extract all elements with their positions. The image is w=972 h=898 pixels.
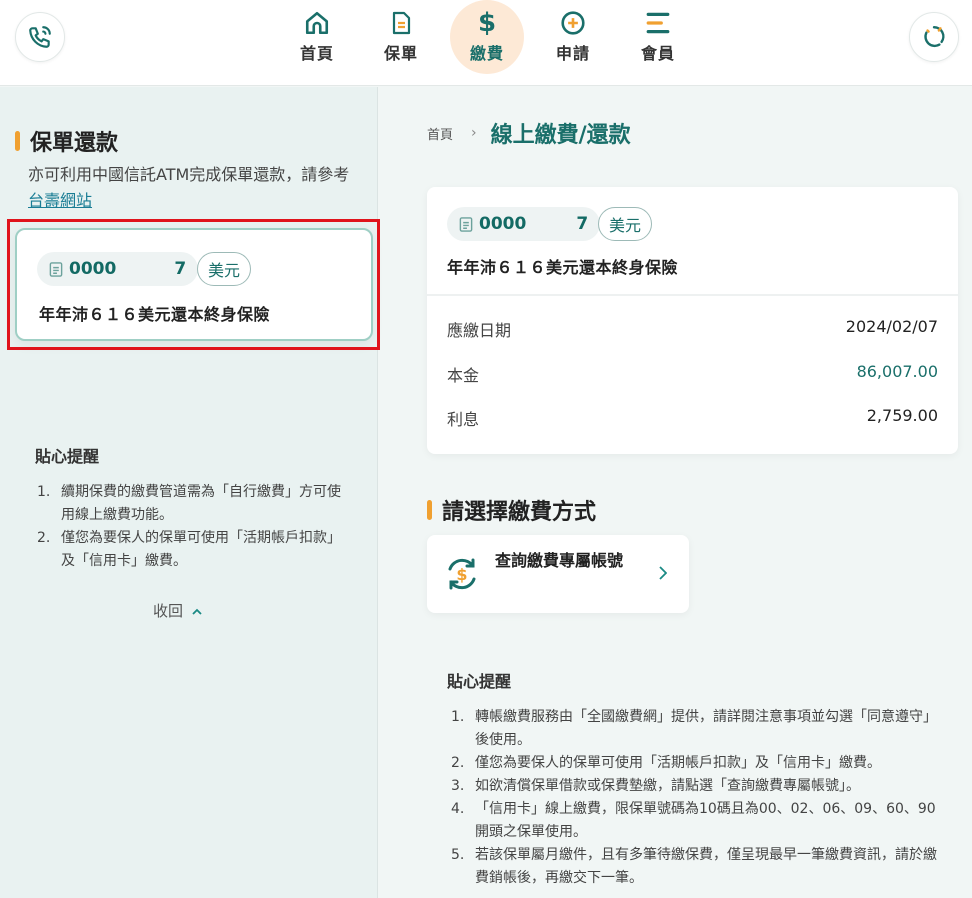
tips-list: 1. 續期保費的繳費管道需為「自行繳費」方可使用線上繳費功能。 2. 僅您為要保人的… [37, 481, 347, 573]
top-navigation-bar: 首頁 保單 $ 繳費 申請 會員 [0, 0, 972, 86]
document-icon [388, 10, 414, 36]
payment-method-title-text: 請選擇繳費方式 [442, 500, 597, 525]
nav-item-home[interactable]: 首頁 [280, 0, 354, 74]
breadcrumb-home[interactable]: 首頁 [427, 124, 453, 143]
loan-repayment-title-text: 保單還款 [30, 131, 119, 156]
dollar-icon: $ [477, 8, 497, 38]
payment-method-query-account[interactable]: $ 查詢繳費專屬帳號 [427, 535, 689, 613]
policy-name: 年年沛６１６美元還本終身保險 [447, 258, 679, 277]
tip-num: 4. [451, 801, 465, 817]
desc-text: 亦可利用中國信託ATM完成保單還款，請參考 [28, 165, 350, 184]
chevron-right-icon: › [471, 125, 477, 141]
chat-button[interactable] [909, 12, 959, 62]
nav-item-member[interactable]: 會員 [621, 0, 695, 74]
home-icon [304, 10, 330, 36]
policy-number-tail: 7 [576, 214, 589, 234]
policy-number-chip: 0000 7 [447, 207, 601, 241]
chevron-up-icon [192, 608, 202, 615]
nav-item-policy[interactable]: 保單 [364, 0, 438, 74]
currency-badge: 美元 [598, 207, 653, 241]
page-title: 線上繳費/還款 [490, 123, 631, 148]
nav-label-home: 首頁 [299, 44, 334, 63]
chat-icon [924, 26, 945, 48]
collapse-label: 收回 [153, 602, 184, 620]
nav-label-member: 會員 [640, 44, 675, 63]
tip-text: 僅您為要保人的保單可使用「活期帳戶扣款」及「信用卡」繳費。 [61, 530, 341, 569]
title-accent-bar [427, 500, 432, 520]
principal-label: 本金 [447, 366, 480, 385]
title-accent-bar [15, 131, 20, 151]
interest-value: 2,759.00 [866, 406, 938, 425]
tip-item: 2. 僅您為要保人的保單可使用「活期帳戶扣款」及「信用卡」繳費。 [37, 527, 347, 573]
nav-item-payment[interactable]: $ 繳費 [450, 0, 524, 74]
tip-text: 「信用卡」線上繳費，限保單號碼為10碼且為00、02、06、09、60、90開頭… [475, 801, 936, 840]
taishou-website-link[interactable]: 台壽網站 [28, 191, 92, 210]
highlight-annotation [7, 219, 380, 350]
tip-item: 1. 轉帳繳費服務由「全國繳費網」提供，請詳閱注意事項並勾選「同意遵守」後使用。 [451, 706, 941, 752]
tip-item: 3. 如欲清償保單借款或保費墊繳，請點選「查詢繳費專屬帳號」。 [451, 775, 941, 798]
document-icon [459, 216, 473, 232]
tip-text: 若該保單屬月繳件，且有多筆待繳保費，僅呈現最早一筆繳費資訊，請於繳費銷帳後，再繳… [475, 847, 937, 886]
tip-num: 1. [37, 484, 51, 500]
principal-value: 86,007.00 [856, 362, 938, 381]
right-tips-title: 貼心提醒 [447, 672, 512, 691]
tips-title: 貼心提醒 [35, 447, 100, 466]
interest-label: 利息 [447, 410, 480, 429]
payment-method-title: 請選擇繳費方式 [427, 494, 596, 526]
tip-text: 續期保費的繳費管道需為「自行繳費」方可使用線上繳費功能。 [61, 484, 341, 523]
nav-label-policy: 保單 [383, 44, 418, 63]
nav-label-payment: 繳費 [469, 44, 504, 63]
collapse-button[interactable]: 收回 [153, 600, 203, 621]
tip-item: 2. 僅您為要保人的保單可使用「活期帳戶扣款」及「信用卡」繳費。 [451, 752, 941, 775]
tip-num: 2. [451, 755, 465, 771]
menu-icon [645, 10, 671, 36]
tip-text: 轉帳繳費服務由「全國繳費網」提供，請詳閱注意事項並勾選「同意遵守」後使用。 [475, 709, 937, 748]
divider [427, 294, 958, 296]
right-tips-list: 1. 轉帳繳費服務由「全國繳費網」提供，請詳閱注意事項並勾選「同意遵守」後使用。 … [451, 706, 941, 890]
due-date-value: 2024/02/07 [845, 317, 938, 336]
payment-method-label: 查詢繳費專屬帳號 [495, 551, 624, 570]
policy-detail-card: 0000 7 美元 年年沛６１６美元還本終身保險 應繳日期 2024/02/07… [427, 187, 958, 454]
nav-label-apply: 申請 [555, 44, 590, 63]
tip-item: 1. 續期保費的繳費管道需為「自行繳費」方可使用線上繳費功能。 [37, 481, 347, 527]
policy-number-head: 0000 [479, 214, 527, 234]
dollar-cycle-icon: $ [443, 555, 481, 597]
plus-circle-icon [560, 10, 586, 36]
phone-button[interactable] [15, 12, 65, 62]
tip-num: 2. [37, 530, 51, 546]
loan-repayment-title: 保單還款 [15, 125, 118, 157]
tip-item: 5. 若該保單屬月繳件，且有多筆待繳保費，僅呈現最早一筆繳費資訊，請於繳費銷帳後，… [451, 844, 941, 890]
svg-text:$: $ [456, 565, 467, 584]
loan-repayment-desc: 亦可利用中國信託ATM完成保單還款，請參考 台壽網站 [28, 162, 358, 214]
left-panel: 保單還款 亦可利用中國信託ATM完成保單還款，請參考 台壽網站 0000 7 美… [0, 87, 380, 898]
tip-num: 3. [451, 778, 465, 794]
tip-text: 僅您為要保人的保單可使用「活期帳戶扣款」及「信用卡」繳費。 [475, 755, 881, 771]
tip-text: 如欲清償保單借款或保費墊繳，請點選「查詢繳費專屬帳號」。 [475, 778, 860, 794]
tip-num: 1. [451, 709, 465, 725]
tip-item: 4. 「信用卡」線上繳費，限保單號碼為10碼且為00、02、06、09、60、90… [451, 798, 941, 844]
due-date-label: 應繳日期 [447, 321, 512, 340]
chevron-right-icon [659, 565, 668, 584]
breadcrumb: 首頁 › 線上繳費/還款 [427, 117, 631, 149]
nav-item-apply[interactable]: 申請 [536, 0, 610, 74]
tip-num: 5. [451, 847, 465, 863]
phone-icon [29, 26, 51, 48]
